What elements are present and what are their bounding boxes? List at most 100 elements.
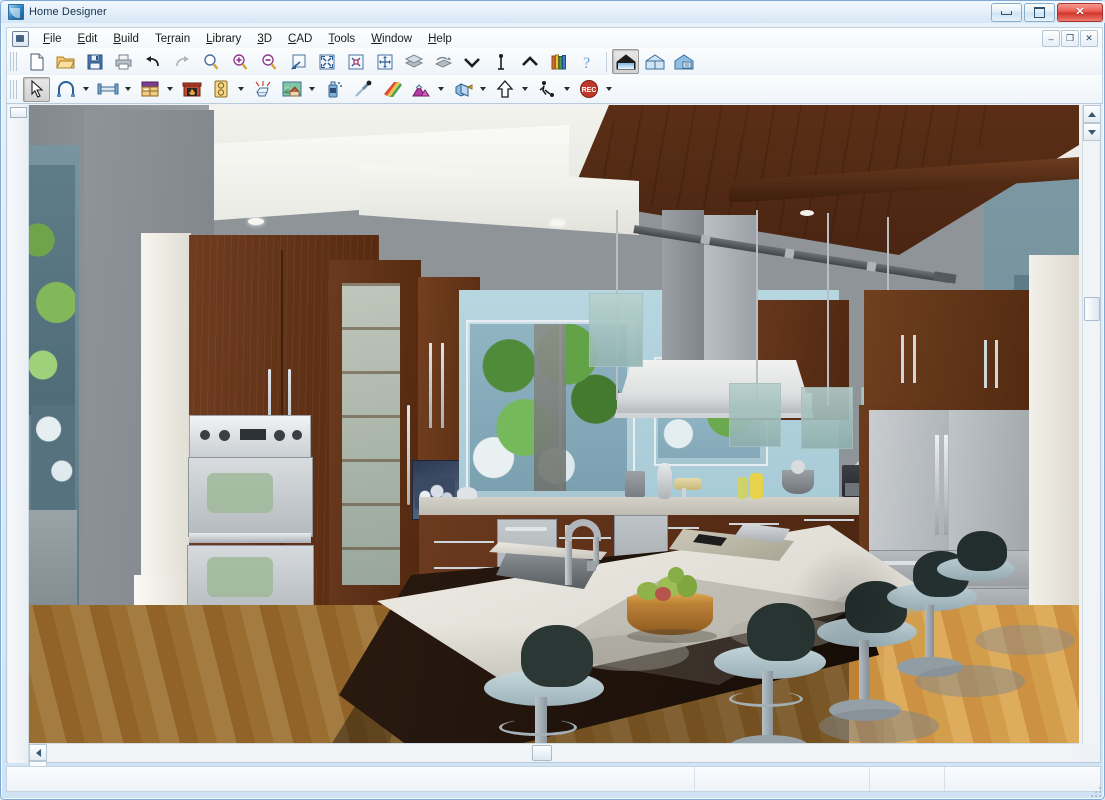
printer-icon[interactable] xyxy=(110,49,137,74)
scroll-up-button[interactable] xyxy=(1083,105,1101,123)
menu-3d[interactable]: 3D xyxy=(249,31,280,47)
elevation-icon[interactable] xyxy=(641,49,668,74)
pendant-glass-panel xyxy=(729,383,781,447)
picture-dropdown-arrow-icon[interactable] xyxy=(306,78,317,101)
select-arrow-icon[interactable] xyxy=(23,76,50,102)
menu-library[interactable]: Library xyxy=(198,31,249,47)
oven-knob xyxy=(292,430,302,440)
walkthrough-dropdown-arrow-icon[interactable] xyxy=(561,78,572,101)
scroll-down-button[interactable] xyxy=(1083,123,1101,141)
svg-text:REC: REC xyxy=(581,87,596,94)
camera-dropdown-arrow-icon[interactable] xyxy=(477,78,488,101)
swap-reference-icon[interactable] xyxy=(429,49,456,74)
pendant-glass-panel xyxy=(589,293,643,367)
reference-display-icon[interactable] xyxy=(400,49,427,74)
build-toolbar: REC xyxy=(6,75,1103,104)
pan-window-icon[interactable] xyxy=(371,49,398,74)
status-cell-2 xyxy=(695,767,870,791)
scroll-left-button[interactable] xyxy=(29,744,47,761)
record-icon[interactable]: REC xyxy=(575,77,602,102)
electrical-dropdown-arrow-icon[interactable] xyxy=(235,78,246,101)
panel-tab[interactable] xyxy=(10,107,27,118)
walkthrough-icon[interactable] xyxy=(533,77,560,102)
toolbar-grip[interactable] xyxy=(10,52,18,71)
viewport-vertical-scrollbar[interactable] xyxy=(1082,105,1101,745)
resize-grip[interactable] xyxy=(1090,786,1102,798)
toolbar-grip-2[interactable] xyxy=(10,79,18,99)
menu-edit[interactable]: Edit xyxy=(70,31,106,47)
skylight-icon[interactable] xyxy=(249,77,276,102)
menu-build[interactable]: Build xyxy=(105,31,147,47)
wall-dropdown-arrow-icon[interactable] xyxy=(122,78,133,101)
maximize-button[interactable] xyxy=(1024,3,1055,22)
door-dropdown-arrow-icon[interactable] xyxy=(80,78,91,101)
status-bar xyxy=(6,766,1101,792)
menu-tools[interactable]: Tools xyxy=(320,31,363,47)
open-folder-icon[interactable] xyxy=(52,49,79,74)
pendant-glass-panel xyxy=(801,387,853,449)
title-bar: Home Designer ✕ xyxy=(1,1,1105,23)
system-menu-icon[interactable] xyxy=(12,30,29,47)
toaster xyxy=(625,471,645,497)
electrical-outlet-icon[interactable] xyxy=(207,77,234,102)
undo-zoom-icon[interactable] xyxy=(284,49,311,74)
viewport-horizontal-scrollbar[interactable] xyxy=(29,743,1079,778)
terrain-icon[interactable] xyxy=(407,77,434,102)
wall-icon[interactable] xyxy=(94,77,121,102)
minimize-button[interactable] xyxy=(991,3,1022,22)
full-camera-icon[interactable] xyxy=(612,49,639,74)
fireplace-icon[interactable] xyxy=(178,77,205,102)
menu-file[interactable]: File xyxy=(35,31,70,47)
picture-frame-icon[interactable] xyxy=(278,77,305,102)
doc-close-button[interactable]: ✕ xyxy=(1080,30,1098,47)
fill-window-building-icon[interactable] xyxy=(342,49,369,74)
drawer-handle xyxy=(434,541,494,544)
undo-arrow-icon[interactable] xyxy=(139,49,166,74)
close-button[interactable]: ✕ xyxy=(1057,3,1103,22)
help-question-icon[interactable]: ? xyxy=(574,49,601,74)
library-browser-icon[interactable] xyxy=(545,49,572,74)
floor-up-down-icon[interactable] xyxy=(487,49,514,74)
menu-cad[interactable]: CAD xyxy=(280,31,320,47)
menu-window[interactable]: Window xyxy=(363,31,420,47)
moveup-dropdown-arrow-icon[interactable] xyxy=(519,78,530,101)
doc-minimize-button[interactable]: – xyxy=(1042,30,1060,47)
cabinet-icon[interactable] xyxy=(136,77,163,102)
zoom-out-icon[interactable] xyxy=(255,49,282,74)
menu-terrain[interactable]: Terrain xyxy=(147,31,198,47)
cross-section-icon[interactable] xyxy=(670,49,697,74)
barstool-footring xyxy=(729,691,803,707)
record-dropdown-arrow-icon[interactable] xyxy=(603,78,614,101)
door-arch-icon[interactable] xyxy=(52,77,79,102)
barstool-footring xyxy=(499,719,577,736)
eyedropper-icon[interactable] xyxy=(349,77,376,102)
vertical-scroll-thumb[interactable] xyxy=(1084,297,1100,321)
magnifier-icon[interactable] xyxy=(197,49,224,74)
oven-knob xyxy=(274,430,285,441)
color-stripes-icon[interactable] xyxy=(378,77,405,102)
3d-camera-view[interactable] xyxy=(29,105,1079,745)
camera-icon[interactable] xyxy=(449,77,476,102)
save-disk-icon[interactable] xyxy=(81,49,108,74)
spray-can-icon[interactable] xyxy=(320,77,347,102)
track-fixture xyxy=(784,248,795,259)
down-one-floor-icon[interactable] xyxy=(458,49,485,74)
zoom-in-icon[interactable] xyxy=(226,49,253,74)
up-one-floor-icon[interactable] xyxy=(516,49,543,74)
menu-help[interactable]: Help xyxy=(420,31,460,47)
white-column xyxy=(141,233,191,605)
application-window: Home Designer ✕ File Edit Build Terrain … xyxy=(0,0,1105,800)
move-up-icon[interactable] xyxy=(491,77,518,102)
new-file-icon[interactable] xyxy=(23,49,50,74)
yellow-bottle xyxy=(750,473,763,499)
bowl-lid xyxy=(791,460,805,474)
terrain-dropdown-arrow-icon[interactable] xyxy=(435,78,446,101)
horizontal-scroll-thumb[interactable] xyxy=(532,745,552,761)
redo-arrow-icon[interactable] xyxy=(168,49,195,74)
cabinet-dropdown-arrow-icon[interactable] xyxy=(164,78,175,101)
doc-restore-button[interactable]: ❐ xyxy=(1061,30,1079,47)
status-cell-4 xyxy=(945,767,1100,791)
cabinet-handle xyxy=(901,335,904,383)
outdoor-stone-wall xyxy=(534,324,566,491)
fill-window-icon[interactable] xyxy=(313,49,340,74)
